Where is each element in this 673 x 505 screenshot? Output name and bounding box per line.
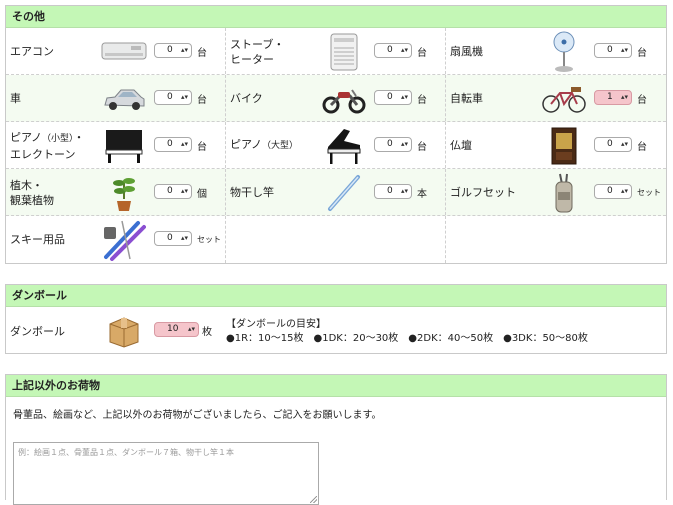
guide-title: 【ダンボールの目安】 xyxy=(226,319,326,330)
other-items-grid: エアコン 0 ▴▾ 台 ストーブ・ ヒーター 0 ▴▾ 台 扇風機 0 ▴▾ 台… xyxy=(6,28,666,263)
section-extra: 上記以外のお荷物 骨董品、絵画など、上記以外のお荷物がございましたら、ご記入をお… xyxy=(5,374,667,505)
unit-label: 台 xyxy=(637,48,647,59)
item-plant: 植木・ 観葉植物 0 ▴▾ 個 xyxy=(6,169,226,215)
extra-description: 骨董品、絵画など、上記以外のお荷物がございましたら、ご記入をお願いします。 xyxy=(13,410,382,421)
heater-icon xyxy=(320,32,368,72)
quantity-select[interactable]: 0 ▴▾ xyxy=(374,90,412,105)
quantity-select[interactable]: 0 ▴▾ xyxy=(374,137,412,152)
item-golf-set: ゴルフセット 0 ▴▾ セット xyxy=(446,169,666,215)
table-row: 植木・ 観葉植物 0 ▴▾ 個 物干し竿 0 ▴▾ 本 ゴルフセット 0 ▴▾ … xyxy=(6,169,666,216)
item-bicycle: 自転車 1 ▴▾ 台 xyxy=(446,75,666,121)
item-car: 車 0 ▴▾ 台 xyxy=(6,75,226,121)
guide-item: ●1R：10〜15枚 xyxy=(226,333,304,344)
item-label: 植木・ 観葉植物 xyxy=(10,178,54,207)
item-label: 仏壇 xyxy=(450,139,472,152)
guide-list: ●1R：10〜15枚 ●1DK：20〜30枚 ●2DK：40〜50枚 ●3DK：… xyxy=(226,332,588,346)
electric-fan-icon xyxy=(540,31,588,72)
guide-item: ●2DK：40〜50枚 xyxy=(408,333,494,344)
item-upright-piano: ピアノ（小型）・ エレクトーン 0 ▴▾ 台 xyxy=(6,122,226,168)
item-motorcycle: バイク 0 ▴▾ 台 xyxy=(226,75,446,121)
unit-label: 台 xyxy=(197,48,207,59)
quantity-select[interactable]: 0 ▴▾ xyxy=(594,43,632,58)
unit-label: セット xyxy=(637,188,661,197)
item-label: ダンボール xyxy=(10,324,65,338)
table-row: ピアノ（小型）・エレクトーン 0▴▾ 台 ピアノ（大型） 0▴▾ 台 仏壇 xyxy=(6,122,666,169)
ski-equipment-icon xyxy=(100,220,148,261)
car-icon xyxy=(100,79,148,119)
bicycle-icon xyxy=(540,79,588,119)
section-other: その他 エアコン 0 ▴▾ 台 ストーブ・ ヒーター 0 ▴▾ 台 扇風機 0 … xyxy=(5,5,667,264)
section-cardboard: ダンボール ダンボール 10 ▴▾ 枚 【ダンボールの目安】 ●1R：10〜15枚… xyxy=(5,284,667,354)
unit-label: 枚 xyxy=(202,327,212,338)
section-title-cardboard: ダンボール xyxy=(6,285,666,307)
item-label: バイク xyxy=(230,92,263,105)
unit-label: 台 xyxy=(637,95,647,106)
section-title-extra: 上記以外のお荷物 xyxy=(6,375,666,397)
unit-label: 台 xyxy=(417,142,427,153)
item-heater: ストーブ・ ヒーター 0 ▴▾ 台 xyxy=(226,28,446,74)
guide-item: ●3DK：50〜80枚 xyxy=(503,333,588,344)
quantity-select[interactable]: 0 ▴▾ xyxy=(374,43,412,58)
unit-label: 台 xyxy=(637,142,647,153)
extra-body: 骨董品、絵画など、上記以外のお荷物がございましたら、ご記入をお願いします。 例：… xyxy=(6,397,666,505)
cardboard-box-icon xyxy=(100,311,148,351)
empty-cell xyxy=(226,216,446,263)
table-row: エアコン 0 ▴▾ 台 ストーブ・ ヒーター 0 ▴▾ 台 扇風機 0 ▴▾ 台 xyxy=(6,28,666,75)
quantity-select[interactable]: 0 ▴▾ xyxy=(154,90,192,105)
item-ski: スキー用品 0 ▴▾ セット xyxy=(6,216,226,263)
guide-item: ●1DK：20〜30枚 xyxy=(313,333,399,344)
item-grand-piano: ピアノ（大型） 0 ▴▾ 台 xyxy=(226,122,446,168)
item-fan: 扇風機 0 ▴▾ 台 xyxy=(446,28,666,74)
unit-label: 台 xyxy=(197,142,207,153)
buddhist-altar-icon xyxy=(540,126,588,166)
empty-cell xyxy=(446,216,666,263)
unit-label: 台 xyxy=(417,48,427,59)
quantity-select[interactable]: 0 ▴▾ xyxy=(154,184,192,199)
unit-label: 個 xyxy=(197,189,207,200)
item-aircon: エアコン 0 ▴▾ 台 xyxy=(6,28,226,74)
unit-label: セット xyxy=(197,235,221,244)
laundry-pole-icon xyxy=(320,173,368,213)
quantity-select[interactable]: 0 ▴▾ xyxy=(154,137,192,152)
upright-piano-icon xyxy=(100,126,148,166)
unit-label: 台 xyxy=(417,95,427,106)
unit-label: 台 xyxy=(197,95,207,106)
item-label: ストーブ・ ヒーター xyxy=(230,37,285,66)
cardboard-guide: 【ダンボールの目安】 ●1R：10〜15枚 ●1DK：20〜30枚 ●2DK：4… xyxy=(226,318,588,346)
table-row: 車 0 ▴▾ 台 バイク 0 ▴▾ 台 自転車 1 ▴▾ 台 xyxy=(6,75,666,122)
quantity-select[interactable]: 10 ▴▾ xyxy=(154,322,199,337)
quantity-select[interactable]: 0 ▴▾ xyxy=(154,231,192,246)
potted-plant-icon xyxy=(100,173,148,213)
cardboard-row: ダンボール 10 ▴▾ 枚 【ダンボールの目安】 ●1R：10〜15枚 ●1DK：… xyxy=(6,307,666,354)
item-label: エアコン xyxy=(10,45,54,58)
quantity-select[interactable]: 0 ▴▾ xyxy=(374,184,412,199)
golf-bag-icon xyxy=(540,173,588,213)
item-altar: 仏壇 0 ▴▾ 台 xyxy=(446,122,666,168)
item-label: 扇風機 xyxy=(450,45,483,58)
quantity-select[interactable]: 0 ▴▾ xyxy=(154,43,192,58)
grand-piano-icon xyxy=(320,126,368,166)
section-title-other: その他 xyxy=(6,6,666,28)
item-label: スキー用品 xyxy=(10,233,65,246)
item-label: ゴルフセット xyxy=(450,186,516,199)
item-label: 自転車 xyxy=(450,92,483,105)
air-conditioner-icon xyxy=(100,32,148,72)
item-label: ピアノ（大型） xyxy=(230,138,299,151)
table-row: スキー用品 0 ▴▾ セット xyxy=(6,216,666,263)
extra-items-textarea[interactable]: 例：絵画１点、骨董品１点、ダンボール７箱、物干し竿１本 xyxy=(13,442,319,505)
item-label: 物干し竿 xyxy=(230,186,274,199)
motorcycle-icon xyxy=(320,79,368,119)
quantity-select[interactable]: 0 ▴▾ xyxy=(594,137,632,152)
unit-label: 本 xyxy=(417,189,427,200)
quantity-select[interactable]: 1 ▴▾ xyxy=(594,90,632,105)
item-label: ピアノ（小型）・ エレクトーン xyxy=(10,130,85,161)
item-laundry-pole: 物干し竿 0 ▴▾ 本 xyxy=(226,169,446,215)
quantity-select[interactable]: 0 ▴▾ xyxy=(594,184,632,199)
item-label: 車 xyxy=(10,92,21,105)
textarea-placeholder: 例：絵画１点、骨董品１点、ダンボール７箱、物干し竿１本 xyxy=(18,448,234,457)
